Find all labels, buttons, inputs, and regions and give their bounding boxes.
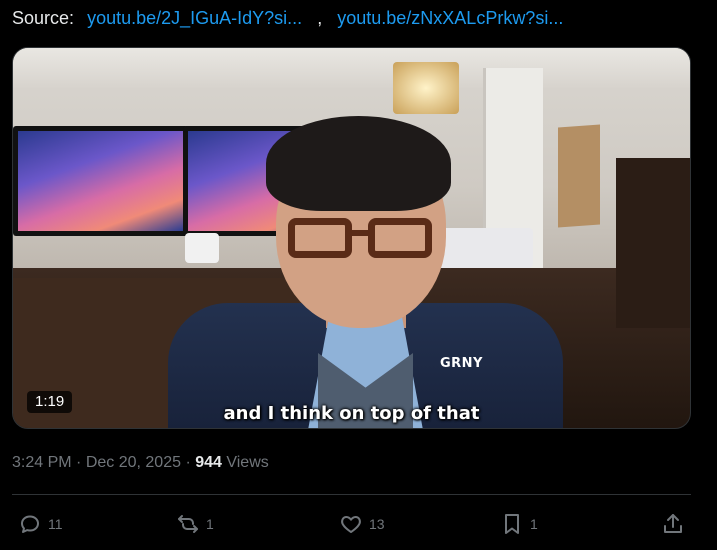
bookmark-button[interactable]: 1: [500, 508, 538, 540]
heart-icon: [341, 516, 361, 533]
video-frame[interactable]: GRNY: [13, 48, 690, 428]
reply-count: 11: [48, 516, 63, 532]
divider: [12, 494, 691, 495]
bookmark-icon: [505, 514, 519, 534]
post-date[interactable]: Dec 20, 2025: [86, 454, 181, 471]
views-count: 944: [195, 454, 222, 471]
action-bar: 11 1 13 1: [0, 508, 717, 540]
repost-count: 1: [206, 516, 214, 532]
video-scene-ceiling: [13, 48, 690, 88]
source-link-2[interactable]: youtu.be/zNxXALcPrkw?si...: [337, 8, 563, 28]
meta-separator: ·: [181, 454, 196, 471]
video-player[interactable]: GRNY and I think on top of that 1:19: [12, 47, 691, 429]
share-button[interactable]: [661, 508, 685, 540]
meta-separator: ·: [71, 454, 86, 471]
like-button[interactable]: 13: [339, 508, 385, 540]
lapel-pin: GRNY: [440, 356, 483, 371]
post-meta: 3:24 PM · Dec 20, 2025 · 944 Views: [12, 452, 269, 474]
bookmark-count: 1: [530, 516, 538, 532]
video-scene-monitor: [13, 126, 188, 236]
repost-button[interactable]: 1: [176, 508, 214, 540]
share-icon: [664, 514, 682, 533]
views-label: Views: [221, 454, 269, 471]
source-label: Source:: [12, 8, 75, 28]
source-link-1[interactable]: youtu.be/2J_IGuA-IdY?si...: [87, 8, 302, 28]
video-subtitle: and I think on top of that: [223, 403, 480, 424]
repost-icon: [178, 515, 198, 533]
video-scene-box: [558, 124, 600, 228]
video-duration-badge: 1:19: [27, 391, 73, 413]
link-separator: ,: [317, 8, 323, 28]
video-scene-cabinet: [616, 158, 690, 328]
post-time[interactable]: 3:24 PM: [12, 454, 72, 471]
source-line: Source: youtu.be/2J_IGuA-IdY?si... , you…: [12, 6, 563, 30]
reply-button[interactable]: 11: [18, 508, 63, 540]
speaker-hair: [266, 116, 451, 211]
speaker-glasses: [288, 218, 438, 262]
like-count: 13: [369, 516, 385, 532]
video-speaker: GRNY: [168, 88, 563, 428]
reply-icon: [21, 515, 39, 533]
